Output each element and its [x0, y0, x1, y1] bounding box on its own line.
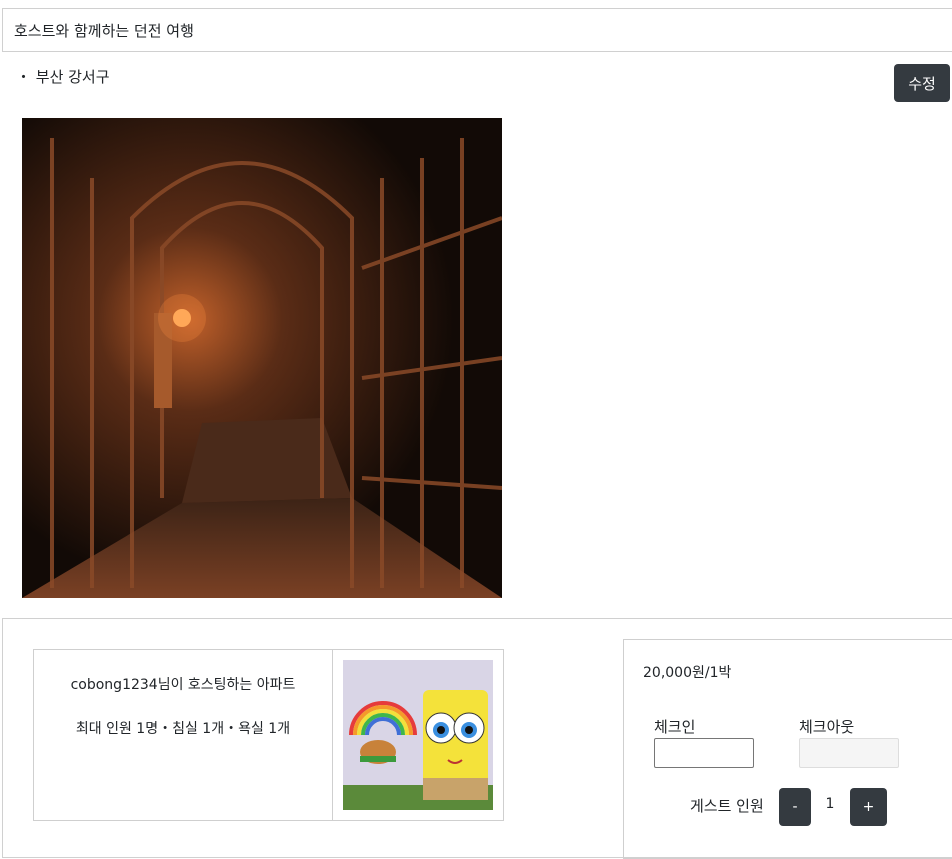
checkin-input[interactable]	[654, 738, 754, 768]
listing-location: ・ 부산 강서구	[16, 68, 110, 86]
capacity-line: 최대 인원 1명・침실 1개・욕실 1개	[75, 721, 291, 737]
guest-count-value: 1	[825, 796, 835, 812]
listing-photo	[22, 118, 502, 598]
hosting-line: cobong1234님이 호스팅하는 아파트	[70, 677, 296, 693]
checkin-label: 체크인	[654, 718, 696, 736]
guest-count-label: 게스트 인원	[690, 797, 764, 815]
dungeon-corridor-image	[22, 118, 502, 598]
price-per-night: 20,000원/1박	[643, 665, 732, 681]
guest-increase-button[interactable]: +	[850, 788, 887, 826]
host-avatar	[343, 660, 493, 810]
host-info-card: cobong1234님이 호스팅하는 아파트 최대 인원 1명・침실 1개・욕실…	[33, 649, 333, 821]
edit-button[interactable]: 수정	[894, 64, 950, 102]
host-avatar-image	[343, 660, 493, 810]
guest-decrease-button[interactable]: -	[779, 788, 811, 826]
checkout-input[interactable]	[799, 738, 899, 768]
checkout-label: 체크아웃	[799, 718, 855, 736]
listing-title: 호스트와 함께하는 던전 여행	[2, 8, 952, 52]
listing-title-text: 호스트와 함께하는 던전 여행	[14, 22, 194, 40]
host-avatar-card	[332, 649, 504, 821]
